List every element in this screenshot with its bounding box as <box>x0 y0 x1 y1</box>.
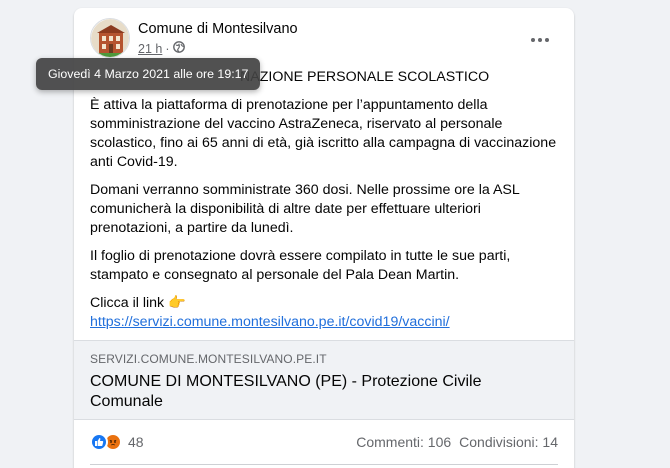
preview-title[interactable]: COMUNE DI MONTESILVANO (PE) - Protezione… <box>90 372 558 412</box>
engagement-stats: Commenti: 106 Condivisioni: 14 <box>356 434 558 450</box>
page-avatar[interactable] <box>90 18 130 58</box>
cta-text: Clicca il link <box>90 295 165 311</box>
link-preview[interactable]: SERVIZI.COMUNE.MONTESILVANO.PE.IT COMUNE… <box>74 340 574 420</box>
meta-separator: · <box>165 41 170 56</box>
post-paragraph: Domani verranno somministrate 360 dosi. … <box>90 182 520 236</box>
shares-count[interactable]: Condivisioni: 14 <box>459 434 558 450</box>
globe-icon <box>172 41 185 56</box>
timestamp-tooltip: Giovedì 4 Marzo 2021 alle ore 19:17 <box>36 58 260 90</box>
post-link[interactable]: https://servizi.comune.montesilvano.pe.i… <box>90 314 450 330</box>
pointing-hand-icon: 👉 <box>168 295 186 311</box>
more-options-icon[interactable] <box>522 22 558 58</box>
comments-count[interactable]: Commenti: 106 <box>356 434 451 450</box>
preview-domain: SERVIZI.COMUNE.MONTESILVANO.PE.IT <box>90 352 327 366</box>
post-timestamp[interactable]: 21 h <box>138 42 162 56</box>
reaction-count[interactable]: 48 <box>128 434 144 450</box>
post-footer: 48 Commenti: 106 Condivisioni: 14 <box>90 430 558 454</box>
like-reaction-icon <box>90 433 108 451</box>
post-meta: 21 h · <box>138 41 185 56</box>
post-cta: Clicca il link 👉 https://servizi.comune.… <box>90 294 560 332</box>
post-paragraph: È attiva la piattaforma di prenotazione … <box>90 97 557 170</box>
footer-divider <box>90 464 558 465</box>
author-name[interactable]: Comune di Montesilvano <box>138 21 298 37</box>
post-body: NAZIONE PERSONALE SCOLASTICO È attiva la… <box>90 68 560 332</box>
reactions-summary[interactable]: 48 <box>90 433 144 451</box>
post-paragraph: Il foglio di prenotazione dovrà essere c… <box>90 248 511 283</box>
